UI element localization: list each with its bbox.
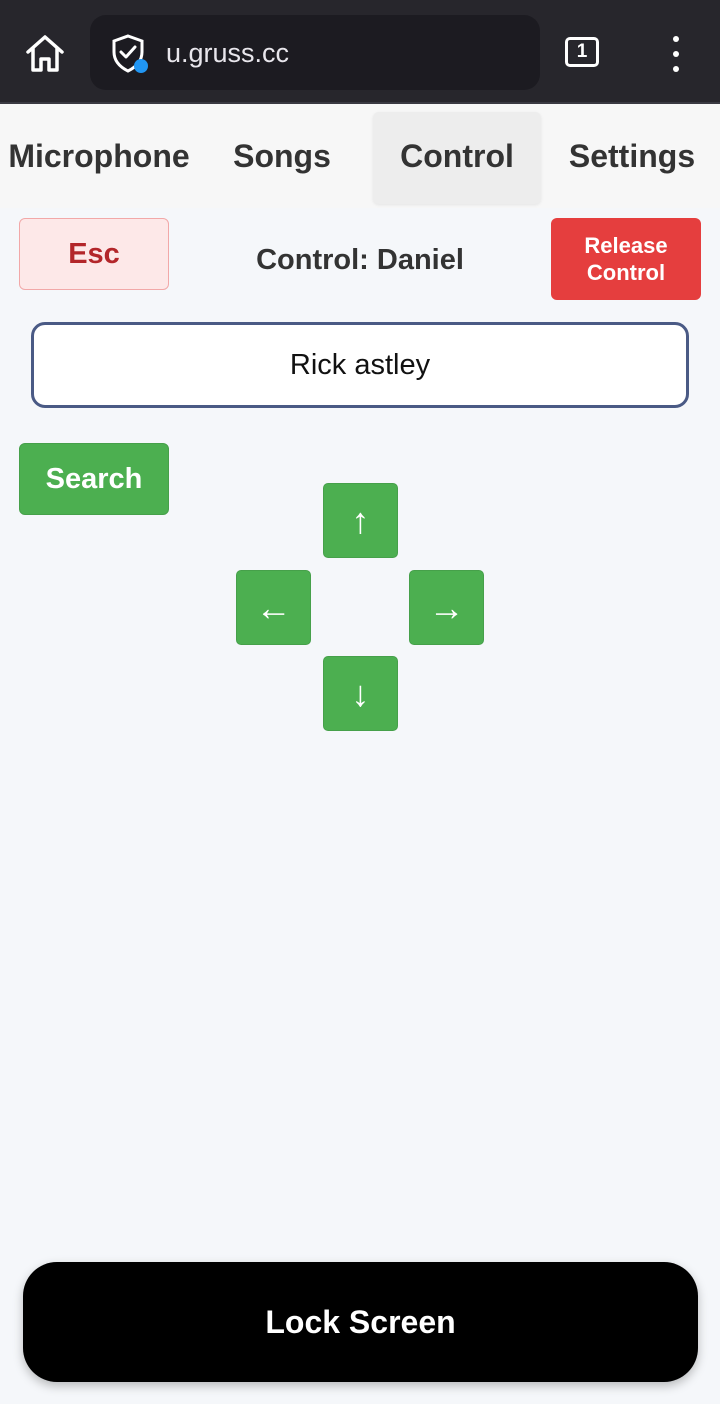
tab-control[interactable]: Control (373, 112, 541, 204)
release-control-button[interactable]: Release Control (551, 218, 701, 300)
app-tab-bar: Microphone Songs Control Settings (0, 104, 720, 208)
tab-songs[interactable]: Songs (218, 112, 346, 204)
home-icon[interactable] (22, 30, 68, 76)
search-input[interactable] (31, 322, 689, 408)
more-vert-icon[interactable] (664, 34, 688, 74)
tab-count-button[interactable]: 1 (565, 37, 599, 67)
browser-toolbar: u.gruss.cc 1 (0, 0, 720, 104)
tab-microphone[interactable]: Microphone (5, 112, 193, 204)
arrow-down-button[interactable]: ↓ (323, 656, 398, 731)
control-status: Control: Daniel (256, 244, 464, 276)
url-text[interactable]: u.gruss.cc (166, 35, 289, 71)
arrow-right-button[interactable]: → (409, 570, 484, 645)
shield-check-icon[interactable] (108, 32, 152, 76)
lock-screen-button[interactable]: Lock Screen (23, 1262, 698, 1382)
search-button[interactable]: Search (19, 443, 169, 515)
arrow-up-button[interactable]: ↑ (323, 483, 398, 558)
arrow-left-button[interactable]: ← (236, 570, 311, 645)
address-bar[interactable] (90, 15, 540, 90)
tab-settings[interactable]: Settings (562, 112, 702, 204)
esc-button[interactable]: Esc (19, 218, 169, 290)
release-control-label: Release Control (584, 233, 668, 285)
